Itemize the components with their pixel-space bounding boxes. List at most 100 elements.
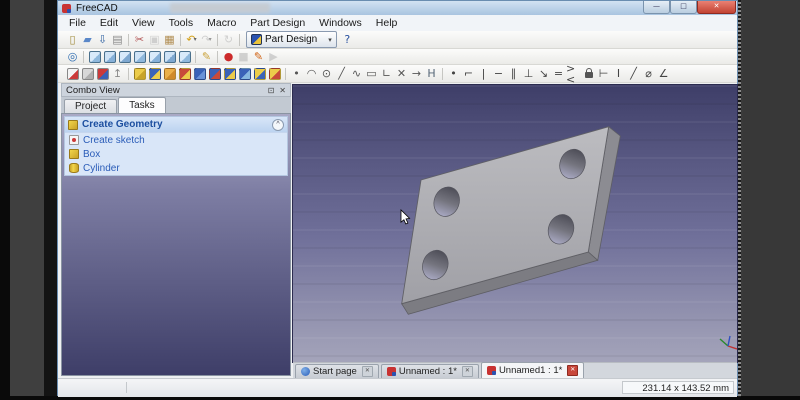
linear-pattern-icon[interactable] — [252, 66, 267, 81]
collapse-section-icon[interactable]: ^ — [272, 118, 284, 131]
backdrop-strip — [0, 0, 10, 400]
new-document-icon[interactable]: ▯ — [65, 32, 80, 47]
rear-view-icon[interactable] — [147, 49, 162, 64]
constraint-coincident-icon[interactable]: • — [446, 66, 461, 81]
constraint-vertical-distance-icon[interactable]: I — [611, 66, 626, 81]
draft-icon[interactable] — [222, 66, 237, 81]
sketch-arc-icon[interactable]: ◠ — [304, 66, 319, 81]
left-view-icon[interactable] — [177, 49, 192, 64]
sketch-rectangle-icon[interactable]: ▭ — [364, 66, 379, 81]
close-tab-icon[interactable]: ✕ — [361, 366, 373, 377]
tab-tasks[interactable]: Tasks — [118, 97, 166, 113]
3d-viewport[interactable] — [292, 84, 738, 363]
constraint-vertical-icon[interactable]: | — [476, 66, 491, 81]
document-tab-start-page[interactable]: Start page ✕ — [295, 364, 379, 378]
front-view-icon[interactable] — [102, 49, 117, 64]
task-section-header[interactable]: Create Geometry ^ — [65, 117, 287, 133]
minimize-button[interactable]: — — [643, 1, 670, 14]
menu-macro[interactable]: Macro — [200, 16, 243, 30]
sketch-external-geometry-icon[interactable]: H — [424, 66, 439, 81]
combo-view-header[interactable]: Combo View ⊡ ✕ — [61, 83, 291, 97]
macro-edit-icon[interactable]: ✎ — [251, 49, 266, 64]
macro-record-icon[interactable]: ● — [221, 49, 236, 64]
constraint-symmetric-icon[interactable]: >< — [566, 63, 581, 85]
workbench-selector[interactable]: Part Design ▾ — [246, 31, 337, 48]
save-icon[interactable]: ⇩ — [95, 32, 110, 47]
sketch-polyline-icon[interactable]: ∿ — [349, 66, 364, 81]
sketch-circle-icon[interactable]: ⊙ — [319, 66, 334, 81]
create-sketch-icon[interactable] — [65, 66, 80, 81]
print-icon[interactable]: ▤ — [110, 32, 125, 47]
pocket-icon[interactable] — [147, 66, 162, 81]
redo-icon[interactable]: ↷ ▾ — [199, 32, 214, 47]
sketch-trim-icon[interactable]: ✕ — [394, 66, 409, 81]
chamfer-icon[interactable] — [207, 66, 222, 81]
constraint-point-on-object-icon[interactable]: ⌐ — [461, 66, 476, 81]
view-macro-toolbar: ◎ ✎ ● ■ ✎ ▶ — [58, 49, 737, 65]
task-item-create-sketch[interactable]: Create sketch — [65, 133, 287, 147]
groove-icon[interactable] — [177, 66, 192, 81]
constraint-radius-icon[interactable]: ⌀ — [641, 66, 656, 81]
whats-this-icon[interactable]: ? — [340, 32, 355, 47]
bottom-view-icon[interactable] — [162, 49, 177, 64]
menu-part-design[interactable]: Part Design — [243, 16, 312, 30]
menu-view[interactable]: View — [125, 16, 162, 30]
view-sketch-icon[interactable] — [80, 66, 95, 81]
constraint-perpendicular-icon[interactable]: ⊥ — [521, 66, 536, 81]
menu-file[interactable]: File — [62, 16, 93, 30]
constraint-equal-icon[interactable]: = — [551, 66, 566, 81]
constraint-tangent-icon[interactable]: ↘ — [536, 66, 551, 81]
measure-distance-icon[interactable]: ✎ — [199, 49, 214, 64]
open-file-icon[interactable]: ▰ — [80, 32, 95, 47]
title-bar[interactable]: FreeCAD — [58, 1, 737, 15]
sketch-extend-icon[interactable]: → — [409, 66, 424, 81]
revolution-icon[interactable] — [162, 66, 177, 81]
cut-icon[interactable]: ✂ — [132, 32, 147, 47]
menu-tools[interactable]: Tools — [162, 16, 201, 30]
top-view-icon[interactable] — [117, 49, 132, 64]
tab-project[interactable]: Project — [64, 99, 118, 113]
float-panel-icon[interactable]: ⊡ — [268, 86, 275, 95]
close-button[interactable]: ✕ — [697, 1, 736, 14]
sketch-fillet-icon[interactable]: ∟ — [379, 66, 394, 81]
sketch-line-icon[interactable]: ╱ — [334, 66, 349, 81]
pad-icon[interactable] — [132, 66, 147, 81]
polar-pattern-icon[interactable] — [267, 66, 282, 81]
cylinder-icon — [69, 163, 79, 173]
menu-edit[interactable]: Edit — [93, 16, 125, 30]
part-plate[interactable] — [401, 125, 621, 315]
task-item-box[interactable]: Box — [65, 147, 287, 161]
constraint-lock-icon[interactable] — [581, 66, 596, 81]
maximize-button[interactable]: □ — [670, 1, 697, 14]
menu-help[interactable]: Help — [369, 16, 405, 30]
task-item-cylinder[interactable]: Cylinder — [65, 161, 287, 175]
axonometric-view-icon[interactable] — [87, 49, 102, 64]
document-tab-unnamed1-1[interactable]: Unnamed1 : 1* ✕ — [480, 362, 585, 378]
toolbar-separator — [83, 50, 84, 63]
menu-windows[interactable]: Windows — [312, 16, 369, 30]
fit-all-icon[interactable]: ◎ — [65, 49, 80, 64]
sketch-point-icon[interactable]: • — [289, 66, 304, 81]
close-tab-icon[interactable]: ✕ — [567, 365, 579, 376]
right-view-icon[interactable] — [132, 49, 147, 64]
constraint-length-icon[interactable]: ╱ — [626, 66, 641, 81]
leave-sketch-icon[interactable]: ↥ — [110, 66, 125, 81]
close-panel-icon[interactable]: ✕ — [279, 86, 286, 95]
constraint-parallel-icon[interactable]: ∥ — [506, 66, 521, 81]
constraint-horizontal-icon[interactable]: − — [491, 66, 506, 81]
document-tab-unnamed-1[interactable]: Unnamed : 1* ✕ — [380, 364, 479, 378]
macro-stop-icon[interactable]: ■ — [236, 49, 251, 64]
file-toolbar: ▯ ▰ ⇩ ▤ ✂ ▣ ▦ ↶ ▾ ↷ ▾ ↻ Part Design ▾? — [58, 31, 737, 49]
mirrored-icon[interactable] — [237, 66, 252, 81]
macro-debug-icon[interactable]: ▶ — [266, 49, 281, 64]
constraint-horizontal-distance-icon[interactable]: ⊢ — [596, 66, 611, 81]
window-resize-edge[interactable] — [738, 0, 741, 397]
map-sketch-icon[interactable] — [95, 66, 110, 81]
constraint-angle-icon[interactable]: ∠ — [656, 66, 671, 81]
paste-icon[interactable]: ▦ — [162, 32, 177, 47]
fillet-icon[interactable] — [192, 66, 207, 81]
refresh-icon[interactable]: ↻ — [221, 32, 236, 47]
undo-icon[interactable]: ↶ ▾ — [184, 32, 199, 47]
copy-icon[interactable]: ▣ — [147, 32, 162, 47]
close-tab-icon[interactable]: ✕ — [461, 366, 473, 377]
